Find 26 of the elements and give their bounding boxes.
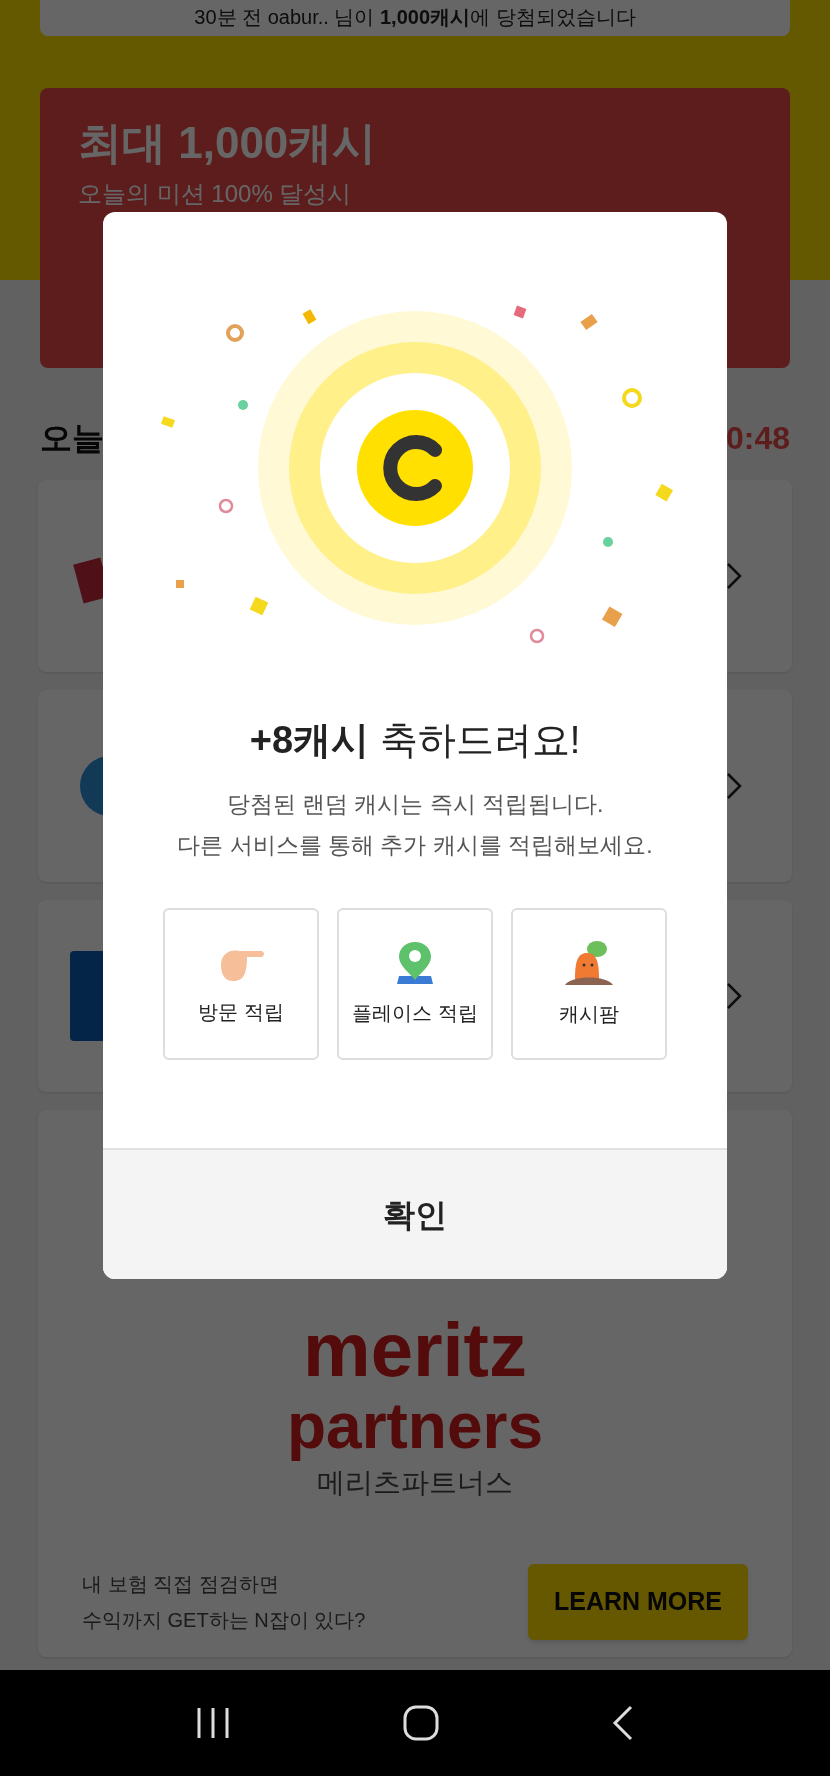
logo-icon [70, 951, 106, 1041]
winner-notice: 30분 전 oabur.. 님이 1,000캐시에 당첨되었습니다 [194, 5, 636, 30]
banner-title: 최대 1,000캐시 [78, 117, 378, 169]
brand-korean-name: 메리츠파트너스 [317, 1466, 513, 1500]
service-tile[interactable]: 방문 적립 [163, 908, 319, 1060]
back-icon[interactable] [611, 1705, 634, 1741]
banner-subtitle: 오늘의 미션 100% 달성시 [78, 179, 353, 209]
carrot-icon [563, 939, 615, 987]
ad-text: 내 보험 직접 점검하면 [82, 1572, 280, 1597]
service-tile[interactable]: 플레이스 적립 [337, 908, 493, 1060]
map-pin-icon [395, 940, 435, 986]
confirm-button[interactable]: 확인 [103, 1148, 727, 1279]
dialog-title: +8캐시 축하드려요! [248, 718, 582, 763]
chevron-right-icon[interactable] [726, 982, 742, 1010]
dialog-message: 다른 서비스를 통해 추가 캐시를 적립해보세요. [177, 830, 653, 860]
chevron-right-icon[interactable] [726, 772, 742, 800]
service-tile[interactable]: 캐시팜 [511, 908, 667, 1060]
recent-apps-icon[interactable] [196, 1706, 231, 1740]
dialog-message: 당첨된 랜덤 캐시는 즉시 적립됩니다. [226, 790, 604, 819]
ad-text: 수익까지 GET하는 N잡이 있다? [82, 1608, 366, 1633]
section-title: 오늘 [40, 419, 104, 458]
chevron-right-icon[interactable] [726, 562, 742, 590]
brand-logo-text: partners [286, 1390, 544, 1462]
brand-logo-text: meritz [303, 1310, 527, 1390]
countdown-timer: 0:48 [725, 419, 790, 458]
home-icon[interactable] [403, 1705, 439, 1741]
